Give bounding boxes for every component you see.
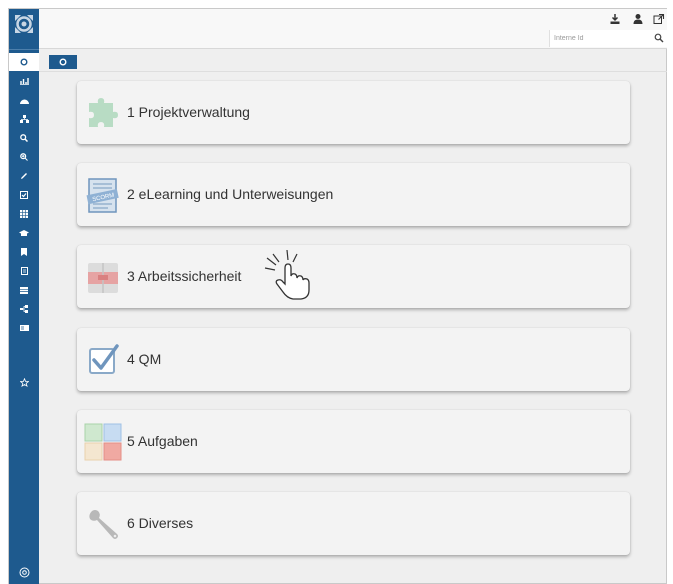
app-window: 1 Projektverwaltung SCORM 2 eLearning un… [8, 8, 667, 584]
sidebar-item-dashboard[interactable] [9, 91, 39, 109]
module-label: 5 Aufgaben [127, 433, 198, 449]
sidebar-item-home[interactable] [9, 53, 39, 71]
module-card-arbeitssicherheit[interactable]: 3 Arbeitssicherheit [77, 245, 630, 308]
module-label: 3 Arbeitssicherheit [127, 268, 242, 284]
sidebar-item-bookmark[interactable] [9, 243, 39, 261]
scorm-book-icon: SCORM [86, 178, 119, 213]
module-label: 1 Projektverwaltung [127, 104, 250, 120]
module-label: 2 eLearning und Unterweisungen [127, 186, 334, 202]
sidebar-item-org[interactable] [9, 110, 39, 128]
search-icon [20, 134, 28, 142]
list-icon [20, 286, 28, 294]
module-label: 6 Diverses [127, 515, 194, 531]
sidebar-divider [9, 49, 39, 50]
sidebar-item-zoom[interactable] [9, 148, 39, 166]
sidebar-item-chart[interactable] [9, 72, 39, 90]
home-icon [59, 58, 67, 66]
document-icon [20, 267, 28, 275]
sidebar-item-search[interactable] [9, 129, 39, 147]
home-tab[interactable] [49, 55, 77, 69]
user-icon[interactable] [632, 13, 644, 25]
wrench-icon [89, 510, 118, 539]
hand-cursor-icon [264, 249, 310, 300]
tiles-icon [84, 423, 122, 461]
sidebar-item-check[interactable] [9, 186, 39, 204]
sidebar-item-idcard[interactable] [9, 319, 39, 337]
org-chart-icon [19, 115, 29, 123]
top-bar [39, 9, 667, 49]
module-card-projektverwaltung[interactable]: 1 Projektverwaltung [77, 81, 630, 144]
home-icon [20, 58, 28, 66]
search-icon[interactable] [654, 33, 664, 43]
sidebar-item-favorites[interactable] [9, 373, 39, 391]
graduation-cap-icon [19, 229, 29, 236]
sidebar-item-education[interactable] [9, 224, 39, 242]
module-card-aufgaben[interactable]: 5 Aufgaben [77, 410, 630, 473]
search-input[interactable] [554, 31, 650, 45]
grid-icon [20, 210, 28, 218]
sidebar-item-grid[interactable] [9, 205, 39, 223]
pencil-icon [21, 173, 27, 179]
sidebar [9, 9, 39, 584]
module-card-qm[interactable]: 4 QM [77, 328, 630, 391]
puzzle-icon [89, 98, 118, 127]
module-label: 4 QM [127, 351, 162, 367]
id-card-icon [19, 325, 29, 331]
sidebar-settings-button[interactable] [9, 564, 39, 580]
logo-icon[interactable] [12, 12, 36, 36]
sidebar-item-sitemap[interactable] [9, 300, 39, 318]
star-icon [19, 377, 29, 387]
settings-icon [19, 567, 29, 577]
module-card-diverses[interactable]: 6 Diverses [77, 492, 630, 555]
external-link-icon[interactable] [653, 13, 665, 25]
search-box [549, 30, 667, 47]
sitemap-icon [20, 305, 28, 313]
checkmark-icon [89, 344, 119, 374]
sidebar-item-document[interactable] [9, 262, 39, 280]
checkbox-icon [20, 191, 28, 199]
module-list: 1 Projektverwaltung SCORM 2 eLearning un… [39, 71, 667, 583]
dashboard-icon [19, 99, 29, 104]
zoom-icon [20, 153, 28, 161]
toolbox-icon [88, 263, 118, 293]
download-icon[interactable] [609, 13, 621, 25]
sidebar-item-edit[interactable] [9, 167, 39, 185]
sidebar-item-list[interactable] [9, 281, 39, 299]
chart-icon [19, 78, 29, 85]
bookmark-icon [21, 248, 27, 256]
module-card-elearning[interactable]: SCORM 2 eLearning und Unterweisungen [77, 163, 630, 226]
